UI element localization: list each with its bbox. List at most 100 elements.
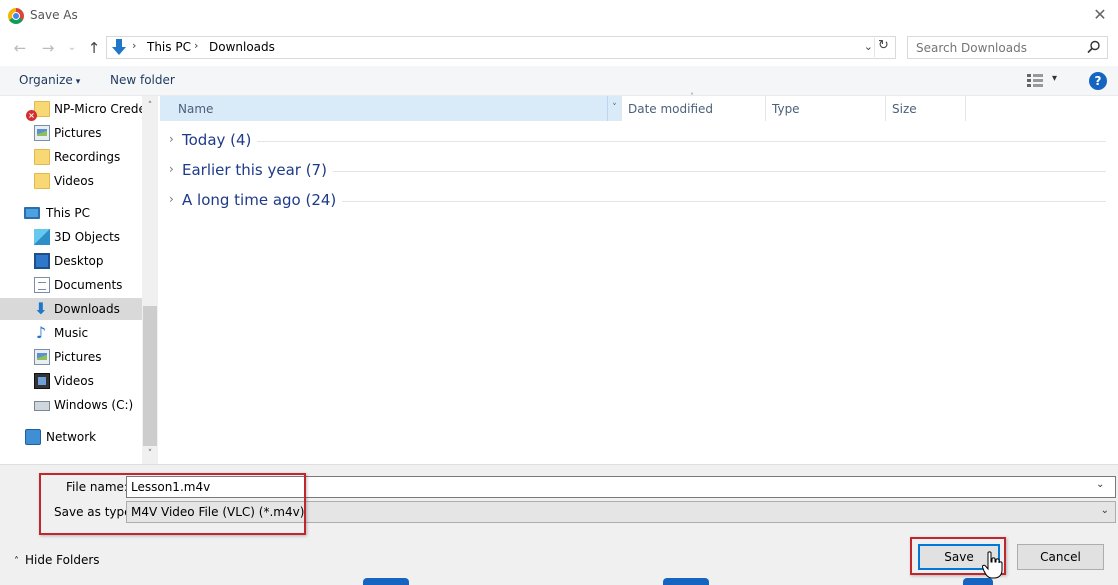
file-list: Name ˅ ˄ Date modified Type Size › Today…: [160, 92, 1118, 464]
sidebar-item-label: Network: [46, 430, 97, 444]
navigation-scrollbar[interactable]: ˄ ˅: [142, 96, 158, 464]
recent-locations-button[interactable]: ⌄: [62, 37, 82, 59]
sidebar-item-label: Downloads: [54, 302, 120, 316]
save-form: File name: ⌄ Save as type: M4V Video Fil…: [0, 464, 1118, 585]
scrollbar-thumb[interactable]: [143, 306, 157, 446]
save-as-type-select[interactable]: M4V Video File (VLC) (*.m4v) ⌄: [126, 501, 1116, 523]
sidebar-item-videos[interactable]: Videos: [0, 170, 142, 192]
sidebar-item-videos-2[interactable]: Videos: [0, 370, 142, 392]
sidebar-item-3d-objects[interactable]: 3D Objects: [0, 226, 142, 248]
sidebar-item-label: Pictures: [54, 126, 102, 140]
file-name-input[interactable]: [126, 476, 1116, 498]
column-header-date-modified[interactable]: ˄ Date modified: [622, 92, 766, 121]
navigation-row: ← → ⌄ ↑ › This PC › Downloads ⌄ ↻: [0, 34, 1118, 62]
hide-folders-button[interactable]: ˄ Hide Folders: [14, 553, 100, 567]
group-divider: [182, 141, 1106, 142]
sync-error-icon: ×: [26, 110, 37, 121]
search-input[interactable]: [908, 37, 1088, 58]
up-button[interactable]: ↑: [84, 37, 104, 59]
sidebar-item-windows-c[interactable]: Windows (C:): [0, 394, 142, 416]
help-icon[interactable]: ?: [1089, 72, 1107, 90]
documents-icon: [34, 277, 50, 293]
sidebar-item-documents[interactable]: Documents: [0, 274, 142, 296]
breadcrumb-downloads[interactable]: Downloads: [209, 40, 275, 54]
organize-label: Organize: [19, 73, 73, 87]
address-bar[interactable]: › This PC › Downloads ⌄ ↻: [106, 36, 896, 59]
address-dropdown-icon[interactable]: ⌄: [864, 40, 873, 53]
group-label: Today (4): [182, 131, 258, 149]
window-title: Save As: [30, 8, 78, 22]
sidebar-item-desktop[interactable]: Desktop: [0, 250, 142, 272]
sidebar-item-label: 3D Objects: [54, 230, 121, 244]
title-bar: Save As ✕: [0, 0, 1118, 32]
sidebar-item-network[interactable]: Network: [0, 426, 142, 448]
view-dropdown-icon[interactable]: ▾: [1052, 73, 1057, 84]
sidebar-item-label: Recordings: [54, 150, 121, 164]
organize-button[interactable]: Organize ▾: [19, 73, 80, 87]
close-button[interactable]: ✕: [1088, 4, 1112, 26]
sidebar-item-label: NP-Micro Crede: [54, 102, 146, 116]
chevron-down-icon: ▾: [75, 77, 81, 87]
column-header-type[interactable]: Type: [766, 96, 886, 121]
sidebar-item-music[interactable]: ♪ Music: [0, 322, 142, 344]
taskbar-item: [663, 578, 709, 585]
file-name-dropdown-icon[interactable]: ⌄: [1096, 479, 1104, 490]
sidebar-item-label: Videos: [54, 174, 94, 188]
sidebar-item-label: Music: [54, 326, 89, 340]
breadcrumb-this-pc[interactable]: This PC: [147, 40, 191, 54]
cancel-button[interactable]: Cancel: [1017, 544, 1104, 570]
chevron-right-icon[interactable]: ›: [169, 192, 174, 206]
column-label: Date modified: [628, 102, 714, 116]
new-folder-button[interactable]: New folder: [110, 73, 175, 87]
sidebar-item-downloads[interactable]: ⬇ Downloads: [0, 298, 142, 320]
downloads-icon: [112, 39, 126, 55]
sidebar-item-label: Windows (C:): [54, 398, 134, 412]
sidebar-item-label: Desktop: [54, 254, 104, 268]
this-pc-icon: [24, 207, 40, 219]
pictures-icon: [34, 349, 50, 365]
group-today[interactable]: › Today (4): [166, 128, 1106, 154]
column-label: Size: [892, 102, 917, 116]
folder-icon: [34, 173, 50, 189]
desktop-icon: [34, 253, 50, 269]
view-options-icon[interactable]: [1027, 74, 1043, 87]
sidebar-item-label: Documents: [54, 278, 123, 292]
sidebar-item-np-micro-crede[interactable]: × NP-Micro Crede: [0, 98, 146, 121]
command-toolbar: Organize ▾ New folder ▾ ?: [0, 66, 1118, 96]
scroll-down-icon[interactable]: ˅: [142, 446, 158, 462]
column-header-name[interactable]: Name ˅: [160, 96, 622, 121]
group-label: Earlier this year (7): [182, 161, 333, 179]
network-icon: [25, 429, 41, 445]
sidebar-item-pictures-2[interactable]: Pictures: [0, 346, 142, 368]
sidebar-item-this-pc[interactable]: This PC: [0, 202, 142, 224]
taskbar-item: [963, 578, 993, 585]
breadcrumb-separator: ›: [194, 39, 199, 52]
music-icon: ♪: [35, 323, 47, 342]
drive-icon: [34, 401, 50, 411]
save-as-type-value: M4V Video File (VLC) (*.m4v): [131, 505, 305, 519]
group-label: A long time ago (24): [182, 191, 343, 209]
sidebar-item-pictures[interactable]: Pictures: [0, 122, 142, 144]
chevron-right-icon[interactable]: ›: [169, 132, 174, 146]
chevron-right-icon[interactable]: ›: [169, 162, 174, 176]
refresh-icon[interactable]: ↻: [874, 38, 892, 57]
breadcrumb-separator: ›: [132, 39, 137, 52]
save-as-type-label: Save as type:: [54, 505, 136, 519]
column-dropdown-icon[interactable]: ˅: [607, 96, 621, 121]
scroll-up-icon[interactable]: ˄: [142, 98, 158, 114]
group-a-long-time-ago[interactable]: › A long time ago (24): [166, 188, 1106, 214]
group-earlier-this-year[interactable]: › Earlier this year (7): [166, 158, 1106, 184]
back-button[interactable]: ←: [10, 37, 30, 59]
sidebar-item-recordings[interactable]: Recordings: [0, 146, 142, 168]
pictures-icon: [34, 125, 50, 141]
search-icon: [1087, 40, 1100, 54]
chevron-down-icon: ⌄: [1100, 505, 1109, 516]
column-headers: Name ˅ ˄ Date modified Type Size: [160, 92, 1118, 121]
chevron-up-icon: ˄: [14, 556, 19, 567]
hide-folders-label: Hide Folders: [25, 553, 100, 567]
forward-button[interactable]: →: [38, 37, 58, 59]
hand-cursor-icon: [982, 551, 1003, 579]
search-box: [907, 36, 1108, 59]
column-header-size[interactable]: Size: [886, 96, 966, 121]
3d-objects-icon: [34, 229, 50, 245]
